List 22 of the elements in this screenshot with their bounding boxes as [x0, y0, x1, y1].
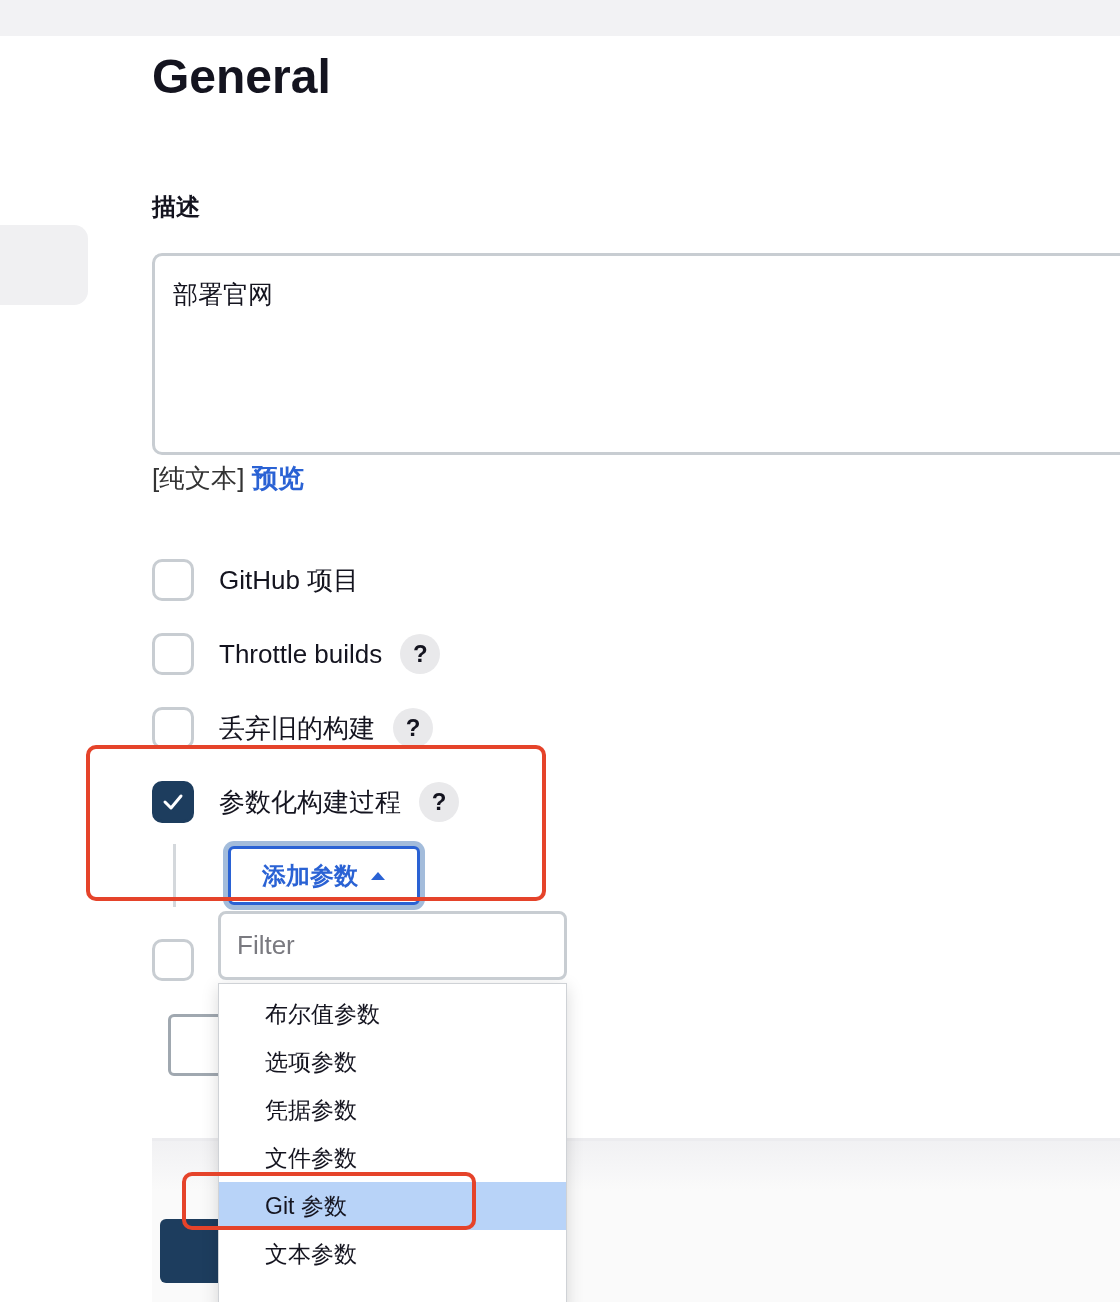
caret-icon [370, 870, 386, 881]
filter-field[interactable]: Filter [218, 911, 567, 980]
format-label: [纯文本] [152, 462, 245, 495]
menu-item[interactable]: 布尔值参数 [219, 990, 566, 1038]
menu-item[interactable]: 文本参数 [219, 1230, 566, 1278]
check-icon [162, 793, 184, 811]
menu-item[interactable]: 选项参数 [219, 1038, 566, 1086]
description-field[interactable]: 部署官网 [152, 253, 1120, 455]
menu-item[interactable]: Git 参数 [219, 1182, 566, 1230]
help-button[interactable]: ? [393, 708, 433, 748]
checkbox[interactable] [152, 781, 194, 823]
help-button[interactable]: ? [419, 782, 459, 822]
option-label: 丢弃旧的构建 [219, 711, 375, 745]
option-label: Throttle builds [219, 638, 383, 670]
help-button[interactable]: ? [400, 634, 441, 674]
field-label: 描述 [152, 192, 200, 222]
preview-link[interactable]: 预览 [252, 461, 305, 495]
menu-item[interactable]: 凭据参数 [219, 1086, 566, 1134]
menu-item[interactable]: 文件参数 [219, 1134, 566, 1182]
option-label: 参数化构建过程 [219, 785, 401, 819]
section-title: General [152, 49, 331, 105]
option-label: GitHub 项目 [219, 563, 360, 597]
